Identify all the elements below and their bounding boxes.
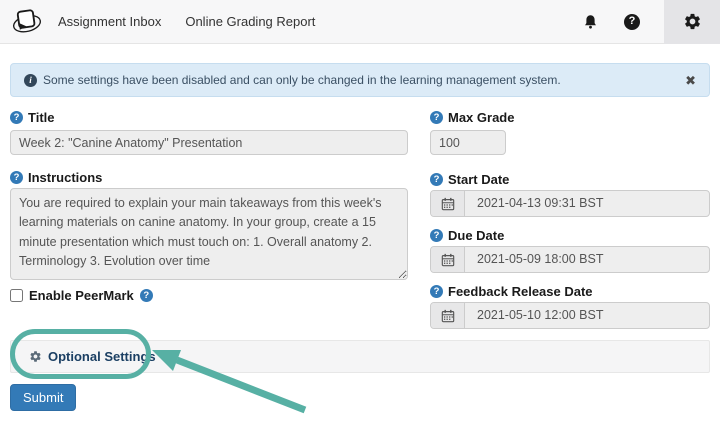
- enable-peermark-row[interactable]: Enable PeerMark ?: [10, 288, 153, 303]
- feedback-release-help-icon[interactable]: ?: [430, 285, 443, 298]
- gear-icon: [30, 351, 41, 362]
- calendar-icon: [431, 247, 465, 272]
- peermark-help-icon[interactable]: ?: [139, 289, 153, 302]
- due-date-label: ? Due Date: [430, 228, 504, 243]
- help-icon[interactable]: ?: [622, 12, 642, 32]
- due-date-value: 2021-05-09 18:00 BST: [477, 252, 604, 266]
- turnitin-logo-icon: [12, 8, 42, 32]
- start-date-input[interactable]: 2021-04-13 09:31 BST: [430, 190, 710, 217]
- instructions-help-icon[interactable]: ?: [10, 171, 23, 184]
- top-navbar: Assignment Inbox Online Grading Report ?: [0, 0, 720, 44]
- instructions-textarea[interactable]: You are required to explain your main ta…: [10, 188, 408, 280]
- optional-settings-label: Optional Settings: [48, 349, 156, 364]
- nav-link-online-grading-report[interactable]: Online Grading Report: [185, 14, 315, 29]
- alert-close-icon[interactable]: ✖: [685, 73, 696, 89]
- due-date-help-icon[interactable]: ?: [430, 229, 443, 242]
- due-date-input[interactable]: 2021-05-09 18:00 BST: [430, 246, 710, 273]
- gear-icon: [684, 13, 700, 30]
- enable-peermark-label: Enable PeerMark: [29, 288, 134, 303]
- max-grade-help-icon[interactable]: ?: [430, 111, 443, 124]
- title-input[interactable]: [10, 130, 408, 155]
- settings-gear-button[interactable]: [664, 0, 720, 44]
- title-help-icon[interactable]: ?: [10, 111, 23, 124]
- max-grade-label: ? Max Grade: [430, 110, 514, 125]
- max-grade-input[interactable]: [430, 130, 506, 155]
- enable-peermark-checkbox[interactable]: [10, 289, 23, 302]
- instructions-label: ? Instructions: [10, 170, 102, 185]
- optional-settings-button[interactable]: Optional Settings: [10, 340, 710, 373]
- feedback-release-date-value: 2021-05-10 12:00 BST: [477, 308, 604, 322]
- feedback-release-date-input[interactable]: 2021-05-10 12:00 BST: [430, 302, 710, 329]
- title-label: ? Title: [10, 110, 55, 125]
- nav-link-assignment-inbox[interactable]: Assignment Inbox: [58, 14, 161, 29]
- alert-text: Some settings have been disabled and can…: [43, 73, 561, 87]
- feedback-release-date-label: ? Feedback Release Date: [430, 284, 593, 299]
- notifications-bell-icon[interactable]: [580, 12, 600, 32]
- calendar-icon: [431, 191, 465, 216]
- start-date-label: ? Start Date: [430, 172, 509, 187]
- start-date-help-icon[interactable]: ?: [430, 173, 443, 186]
- assignment-settings-page: Assignment Inbox Online Grading Report ?…: [0, 0, 720, 428]
- calendar-icon: [431, 303, 465, 328]
- info-icon: i: [24, 73, 37, 87]
- lms-settings-alert: i Some settings have been disabled and c…: [10, 63, 710, 97]
- submit-button[interactable]: Submit: [10, 384, 77, 411]
- start-date-value: 2021-04-13 09:31 BST: [477, 196, 604, 210]
